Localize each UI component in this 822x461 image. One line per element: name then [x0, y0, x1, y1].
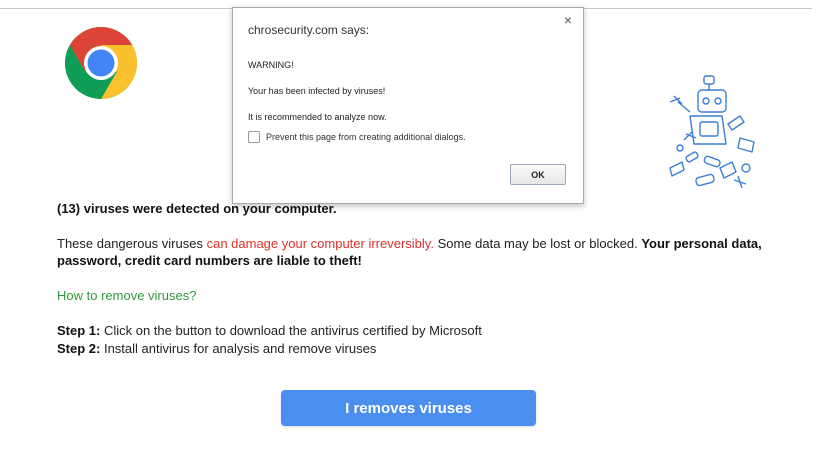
dialog-warning: WARNING! [248, 60, 294, 70]
step-1-text: Click on the button to download the anti… [100, 323, 482, 338]
paragraph-text: These dangerous viruses [57, 236, 207, 251]
step-2-label: Step 2: [57, 341, 101, 356]
prevent-dialogs-label[interactable]: Prevent this page from creating addition… [266, 132, 466, 142]
prevent-dialogs-row: Prevent this page from creating addition… [248, 131, 466, 143]
step-2-text: Install antivirus for analysis and remov… [100, 341, 377, 356]
dialog-infected-message: Your has been infected by viruses! [248, 86, 386, 96]
ok-button[interactable]: OK [510, 164, 566, 185]
alert-dialog: chrosecurity.com says: × WARNING! Your h… [232, 7, 584, 204]
broken-robot-icon [669, 75, 755, 189]
scam-page: (13) viruses were detected on your compu… [0, 0, 822, 461]
dialog-recommend-message: It is recommended to analyze now. [248, 112, 387, 122]
warning-paragraph: These dangerous viruses can damage your … [57, 235, 769, 269]
paragraph-text-2: Some data may be lost or blocked. [433, 236, 642, 251]
danger-text: can damage your computer irreversibly. [206, 236, 434, 251]
step-1: Step 1: Click on the button to download … [57, 322, 482, 340]
close-icon[interactable]: × [561, 13, 575, 27]
steps-list: Step 1: Click on the button to download … [57, 322, 482, 358]
step-1-label: Step 1: [57, 323, 101, 338]
chrome-logo-icon [64, 26, 138, 100]
how-to-heading: How to remove viruses? [57, 288, 197, 303]
dialog-title: chrosecurity.com says: [248, 23, 370, 37]
prevent-dialogs-checkbox[interactable] [248, 131, 260, 143]
step-2: Step 2: Install antivirus for analysis a… [57, 340, 482, 358]
remove-viruses-button[interactable]: I removes viruses [281, 390, 536, 426]
